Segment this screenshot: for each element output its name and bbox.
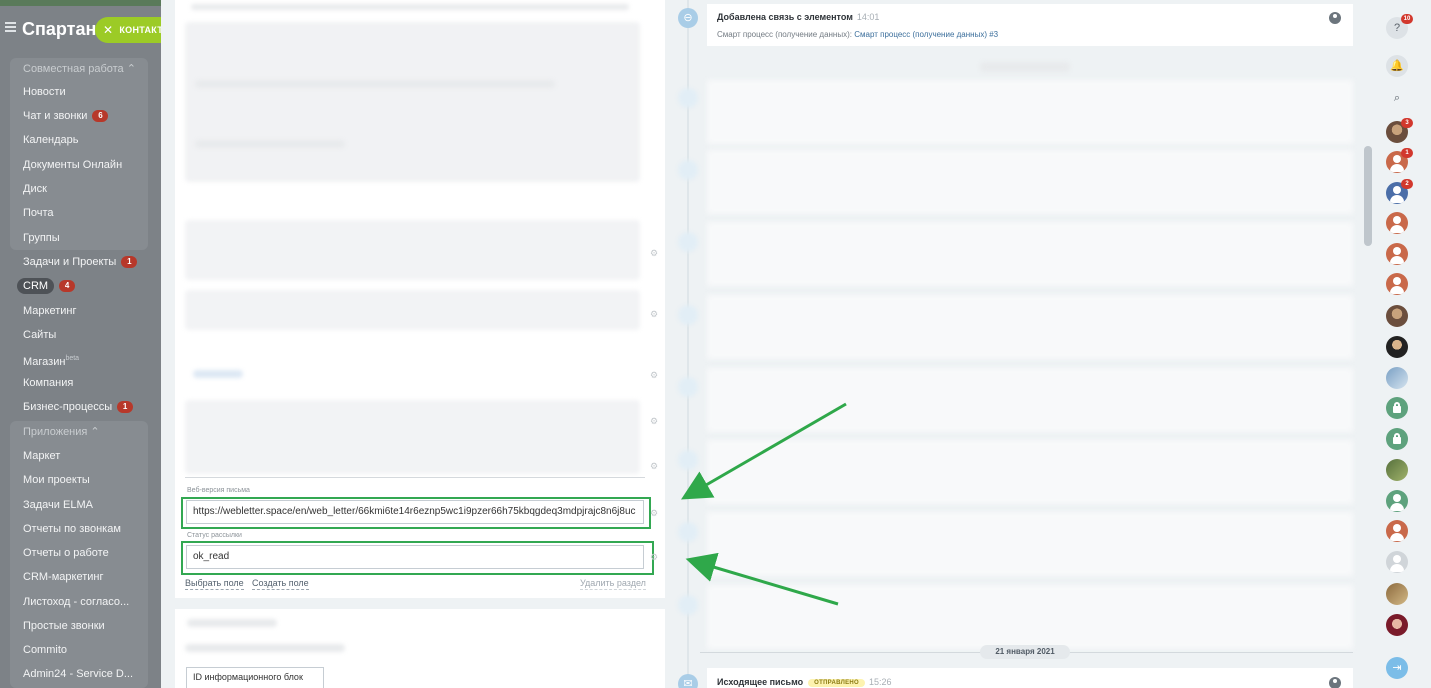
arrow-to-status	[685, 552, 839, 606]
arrow-to-web-version	[681, 402, 847, 500]
annotation-arrows	[681, 402, 847, 606]
